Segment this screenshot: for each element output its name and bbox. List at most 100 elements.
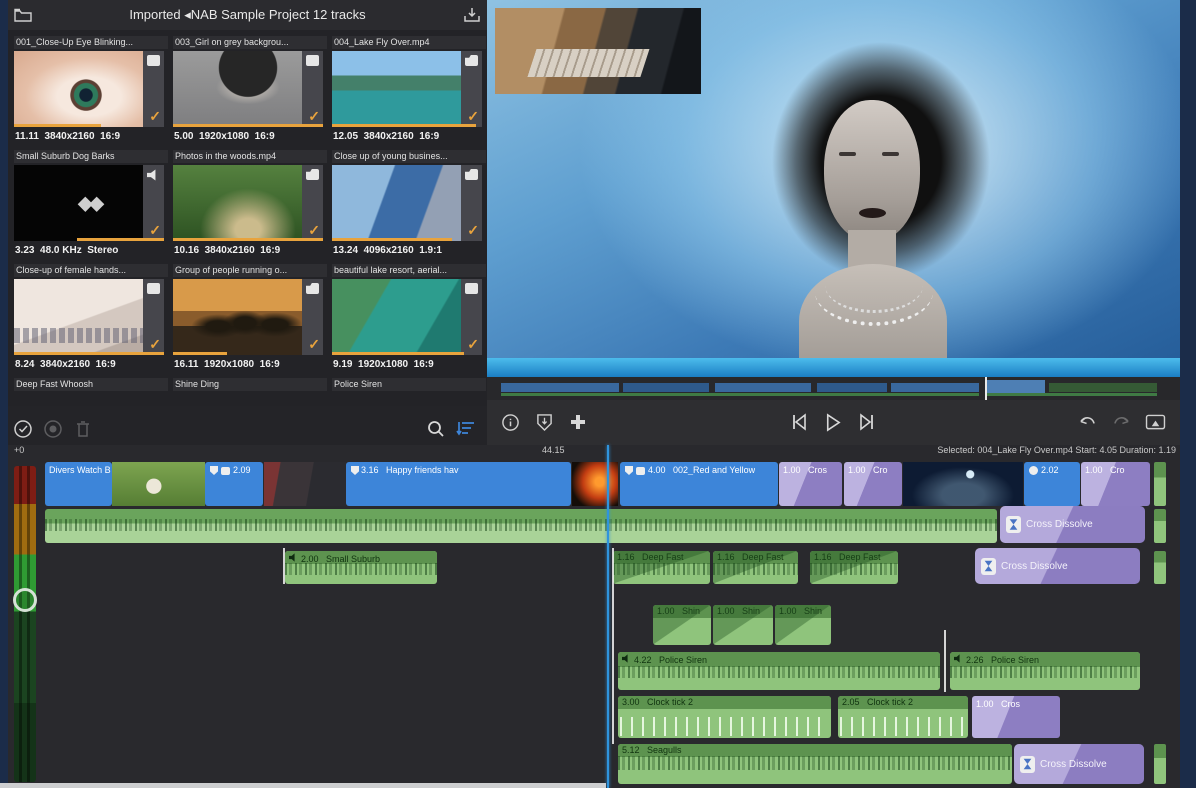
check-icon: ✓ xyxy=(467,336,479,353)
previous-frame-icon[interactable] xyxy=(782,413,816,431)
overview-playhead[interactable] xyxy=(985,377,987,400)
media-library-panel: Imported ◂NAB Sample Project 12 tracks 0… xyxy=(8,0,487,452)
waveform-icon: ◆◆ xyxy=(78,191,101,216)
search-icon[interactable] xyxy=(421,419,451,439)
folder-icon[interactable] xyxy=(8,6,38,24)
media-title: 001_Close-Up Eye Blinking... xyxy=(14,36,168,49)
window-edge-right xyxy=(1180,0,1196,788)
speaker-icon xyxy=(622,654,631,663)
media-item[interactable]: Small Suburb Dog Barks ◆◆ ✓ 3.23 48.0 KH… xyxy=(14,150,166,262)
gain-knob[interactable] xyxy=(13,588,37,612)
video-clip-divers[interactable]: Divers Watch B xyxy=(45,462,112,506)
edit-point-line xyxy=(944,630,946,692)
trash-icon[interactable] xyxy=(68,419,98,439)
video-clip-209[interactable]: 2.09 xyxy=(205,462,263,506)
clip-sliver[interactable] xyxy=(1154,744,1166,784)
audio-clip-deep-fast[interactable]: 1.16 Deep Fast xyxy=(613,551,710,584)
timeline-info-bar: +0 44.15 Selected: 004_Lake Fly Over.mp4… xyxy=(8,445,1180,460)
audio-track-main[interactable] xyxy=(45,509,997,543)
audio-clip-shine[interactable]: 1.00 Shin xyxy=(713,605,773,645)
media-thumbnail-people[interactable]: ✓ xyxy=(173,279,323,355)
video-clip-dog-thumbnail[interactable] xyxy=(112,462,205,506)
video-clip-happy-friends[interactable]: 3.16 Happy friends hav xyxy=(346,462,571,506)
transition-cross-dissolve[interactable]: 1.00 Cro xyxy=(844,462,902,506)
record-icon[interactable] xyxy=(38,419,68,439)
media-thumbnail-eye[interactable]: ✓ xyxy=(14,51,164,127)
shield-icon xyxy=(625,466,633,475)
media-item[interactable]: Group of people running o... ✓ 16.11 192… xyxy=(173,264,325,376)
audio-clip-deep-fast[interactable]: 1.16 Deep Fast xyxy=(810,551,898,584)
transition-cross-dissolve[interactable]: 1.00 Cros xyxy=(972,696,1060,738)
media-item[interactable]: Close-up of female hands... ✓ 8.24 3840x… xyxy=(14,264,166,376)
audio-clip-shine[interactable]: 1.00 Shin xyxy=(775,605,831,645)
video-clip-moon-thumbnail[interactable] xyxy=(903,462,1023,506)
clip-sliver[interactable] xyxy=(1154,462,1166,506)
media-thumbnail-woods[interactable]: ✓ xyxy=(173,165,323,241)
audio-cross-dissolve[interactable]: Cross Dissolve xyxy=(975,548,1140,584)
audio-clip-clock-tick[interactable]: 2.05 Clock tick 2 xyxy=(838,696,968,738)
media-item[interactable]: 004_Lake Fly Over.mp4 ✓ 12.05 3840x2160 … xyxy=(332,36,484,148)
video-clip-fire-thumbnail[interactable] xyxy=(572,462,618,506)
selected-clip-info: Selected: 004_Lake Fly Over.mp4 Start: 4… xyxy=(937,445,1176,455)
info-icon[interactable] xyxy=(493,413,527,432)
output-display-icon[interactable] xyxy=(1138,414,1172,432)
check-icon: ✓ xyxy=(149,222,161,239)
media-title[interactable]: Police Siren xyxy=(332,378,486,391)
redo-icon[interactable] xyxy=(1104,414,1138,432)
picture-in-picture xyxy=(495,8,701,94)
media-title[interactable]: Deep Fast Whoosh xyxy=(14,378,168,391)
media-thumbnail-girl[interactable]: ✓ xyxy=(173,51,323,127)
audio-clip-seagulls[interactable]: 5.12 Seagulls xyxy=(618,744,1012,784)
audio-clip-deep-fast[interactable]: 1.16 Deep Fast xyxy=(713,551,798,584)
video-preview xyxy=(487,0,1180,377)
timeline-playhead[interactable] xyxy=(607,445,609,788)
media-thumbnail-resort[interactable]: ✓ xyxy=(332,279,482,355)
media-thumbnail-audio[interactable]: ◆◆ ✓ xyxy=(14,165,164,241)
media-item[interactable]: Photos in the woods.mp4 ✓ 10.16 3840x216… xyxy=(173,150,325,262)
check-icon: ✓ xyxy=(467,108,479,125)
frame-badge-icon xyxy=(465,283,478,294)
media-thumbnail-glasses[interactable]: ✓ xyxy=(332,165,482,241)
shield-download-icon[interactable] xyxy=(527,413,561,432)
add-clip-icon[interactable] xyxy=(561,413,595,431)
audio-clip-police-siren[interactable]: 2.26 Police Siren xyxy=(950,652,1140,690)
speaker-icon xyxy=(289,553,298,562)
media-meta: 11.11 3840x2160 16:9 xyxy=(15,131,120,142)
timeline-overview-scrubber[interactable] xyxy=(487,377,1180,400)
sort-list-icon[interactable] xyxy=(451,420,481,438)
media-thumbnail-hands[interactable]: ✓ xyxy=(14,279,164,355)
transition-cross-dissolve[interactable]: 1.00 Cro xyxy=(1081,462,1150,506)
media-item[interactable]: beautiful lake resort, aerial... ✓ 9.19 … xyxy=(332,264,484,376)
clip-sliver[interactable] xyxy=(1154,509,1166,543)
frame-badge-icon xyxy=(147,283,160,294)
audio-cross-dissolve[interactable]: Cross Dissolve xyxy=(1014,744,1144,784)
video-clip-202[interactable]: 2.02 xyxy=(1024,462,1080,506)
audio-clip-small-suburb[interactable]: 2.00 Small Suburb xyxy=(285,551,437,584)
play-button[interactable] xyxy=(816,413,850,432)
import-icon[interactable] xyxy=(457,6,487,24)
audio-clip-clock-tick[interactable]: 3.00 Clock tick 2 xyxy=(618,696,831,738)
next-frame-icon[interactable] xyxy=(850,413,884,431)
frame-badge-icon xyxy=(306,55,319,66)
transition-cross-dissolve[interactable]: 1.00 Cros xyxy=(779,462,842,506)
shield-icon xyxy=(210,466,218,475)
media-item[interactable]: 001_Close-Up Eye Blinking... ✓ 11.11 384… xyxy=(14,36,166,148)
window-edge-bottom xyxy=(0,783,606,788)
media-title[interactable]: Shine Ding xyxy=(173,378,327,391)
library-title[interactable]: Imported ◂NAB Sample Project 12 tracks xyxy=(38,7,457,23)
timeline-panel: +0 44.15 Selected: 004_Lake Fly Over.mp4… xyxy=(8,445,1180,788)
media-item[interactable]: Close up of young busines... ✓ 13.24 409… xyxy=(332,150,484,262)
video-clip-red-and-yellow[interactable]: 4.00 002_Red and Yellow xyxy=(620,462,778,506)
undo-icon[interactable] xyxy=(1070,414,1104,432)
timecode: 44.15 xyxy=(542,445,565,455)
audio-cross-dissolve[interactable]: Cross Dissolve xyxy=(1000,506,1145,543)
select-all-icon[interactable] xyxy=(8,419,38,439)
media-item[interactable]: 003_Girl on grey backgrou... ✓ 5.00 1920… xyxy=(173,36,325,148)
video-clip-couple-thumbnail[interactable] xyxy=(264,462,346,506)
media-thumbnail-lake[interactable]: ✓ xyxy=(332,51,482,127)
audio-clip-police-siren[interactable]: 4.22 Police Siren xyxy=(618,652,940,690)
marker-icon xyxy=(1029,466,1038,475)
check-icon: ✓ xyxy=(308,336,320,353)
clip-sliver[interactable] xyxy=(1154,551,1166,584)
audio-clip-shine[interactable]: 1.00 Shin xyxy=(653,605,711,645)
